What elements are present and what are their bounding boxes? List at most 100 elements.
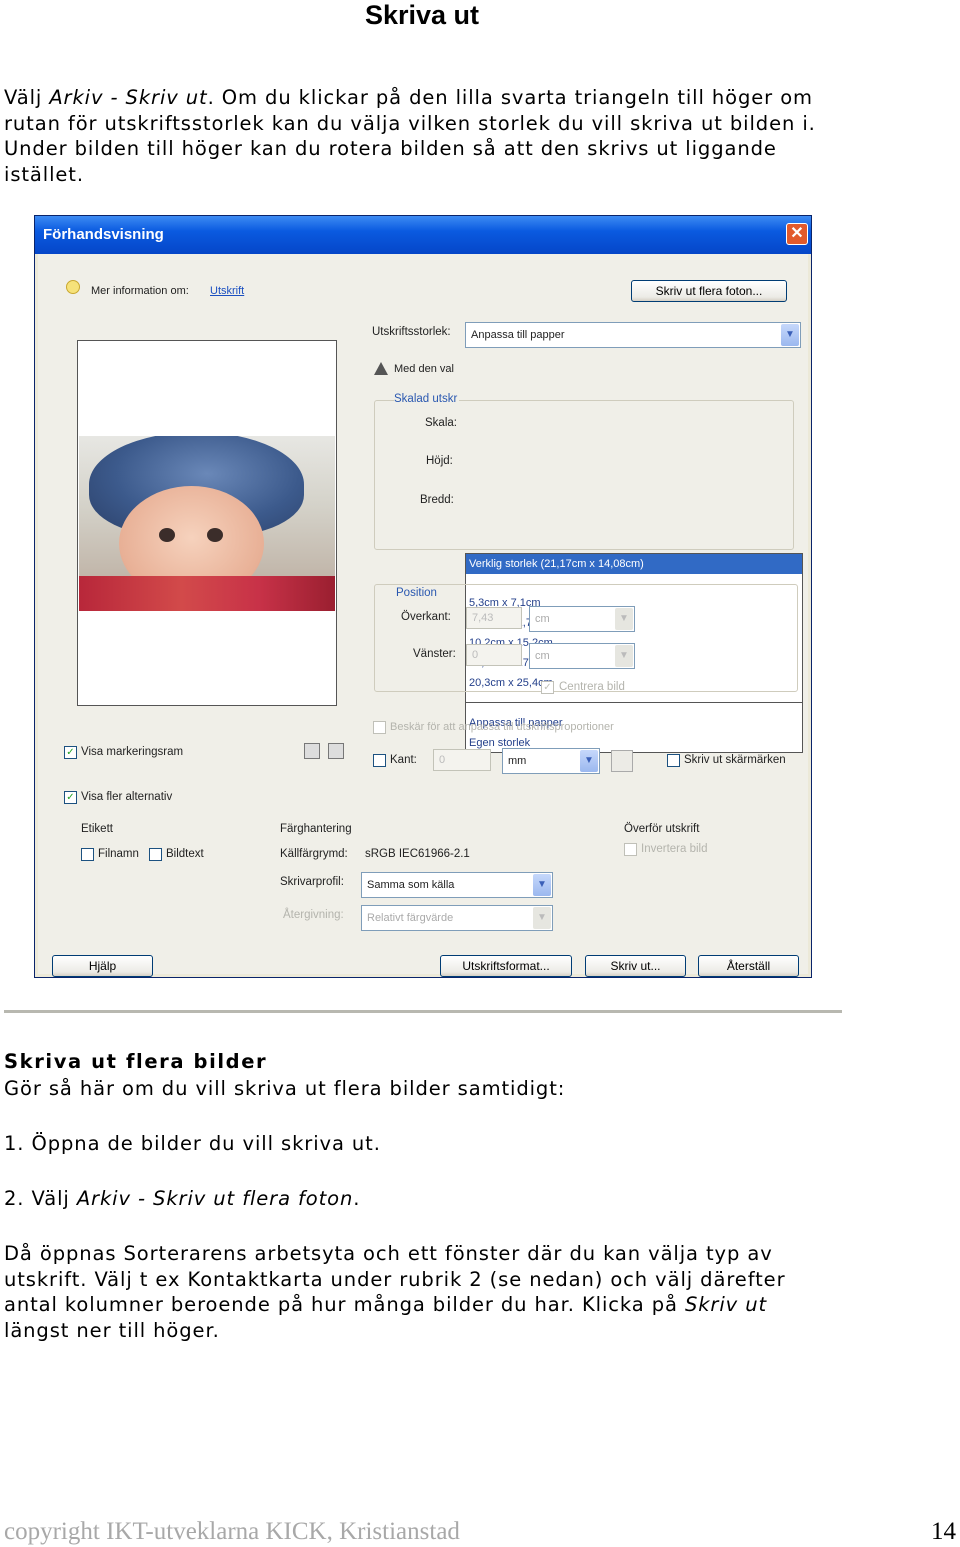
rendering-select[interactable]: Relativt färgvärde ▼	[361, 905, 553, 931]
left-input[interactable]: 0	[466, 644, 522, 666]
rotate-right-icon[interactable]	[328, 743, 344, 759]
position-label: Position	[394, 587, 439, 599]
left-unit-select[interactable]: cm ▼	[529, 643, 635, 669]
page-number: 14	[931, 1518, 956, 1545]
intro-text: rutan för utskriftsstorlek kan du välja …	[4, 111, 816, 135]
center-image-checkbox[interactable]: ✓	[541, 681, 554, 694]
crop-marks-label: Skriv ut skärmärken	[684, 754, 786, 766]
border-checkbox[interactable]	[373, 754, 386, 767]
print-size-select[interactable]: Anpassa till papper ▼	[465, 322, 801, 348]
crop-to-fit-label: Beskär för att anpassa till utskriftspro…	[390, 721, 614, 733]
border-input[interactable]: 0	[433, 749, 491, 771]
intro-text: . Om du klickar på den lilla svarta tria…	[207, 86, 813, 109]
position-group	[374, 584, 798, 692]
size-option-selected[interactable]: Verklig storlek (21,17cm x 14,08cm)	[466, 554, 802, 574]
close-icon[interactable]: ✕	[786, 223, 808, 245]
border-color-swatch[interactable]	[611, 750, 633, 772]
chevron-down-icon[interactable]: ▼	[533, 874, 551, 896]
invert-image-label: Invertera bild	[641, 843, 708, 855]
chevron-down-icon[interactable]: ▼	[533, 907, 551, 929]
color-group-title: Färghantering	[280, 823, 352, 835]
source-space-value: sRGB IEC61966-2.1	[365, 848, 470, 860]
rotate-left-icon[interactable]	[304, 743, 320, 759]
chevron-down-icon[interactable]: ▼	[781, 324, 799, 346]
transfer-group-title: Överför utskrift	[624, 823, 700, 835]
top-input[interactable]: 7,43	[466, 607, 522, 629]
closing-text: antal kolumner beroende på hur många bil…	[4, 1293, 685, 1317]
photo-eye	[207, 528, 223, 542]
step-menu-path: Arkiv - Skriv ut flera foton	[76, 1187, 354, 1210]
printer-profile-value: Samma som källa	[367, 879, 455, 891]
print-multiple-button[interactable]: Skriv ut flera foton...	[631, 280, 787, 302]
scaled-print-label: Skalad utskr	[394, 393, 460, 405]
intro-paragraph: Välj Arkiv - Skriv ut. Om du klickar på …	[4, 85, 834, 187]
step-2: 2. Välj Arkiv - Skriv ut flera foton.	[4, 1186, 834, 1212]
intro-text: Välj	[4, 86, 50, 109]
invert-image-checkbox[interactable]	[624, 843, 637, 856]
help-button[interactable]: Hjälp	[52, 955, 153, 977]
label-group-title: Etikett	[81, 823, 113, 835]
rendering-label: Återgivning:	[283, 909, 344, 921]
show-frame-checkbox[interactable]: ✓	[64, 746, 77, 759]
left-label: Vänster:	[413, 648, 456, 660]
printer-profile-label: Skrivarprofil:	[280, 876, 344, 888]
lightbulb-icon	[66, 280, 80, 294]
border-label: Kant:	[390, 754, 417, 766]
printer-profile-select[interactable]: Samma som källa ▼	[361, 872, 553, 898]
section-divider	[4, 1010, 842, 1013]
show-frame-label: Visa markeringsram	[81, 746, 184, 758]
chevron-down-icon[interactable]: ▼	[615, 645, 633, 667]
print-preview-dialog: Förhandsvisning ✕ Mer information om: Ut…	[34, 215, 812, 978]
crop-to-fit-checkbox[interactable]	[373, 721, 386, 734]
photo-eye	[159, 528, 175, 542]
rendering-value: Relativt färgvärde	[367, 912, 454, 924]
info-prefix: Mer information om:	[91, 285, 189, 297]
caption-checkbox[interactable]	[149, 848, 162, 861]
caption-label: Bildtext	[166, 848, 204, 860]
warning-label: Med den val	[394, 363, 454, 375]
border-unit-select[interactable]: mm ▼	[502, 748, 600, 774]
dropdown-divider	[466, 702, 802, 703]
left-unit-value: cm	[535, 650, 550, 662]
source-space-label: Källfärgrymd:	[280, 848, 348, 860]
dialog-body: Mer information om: Utskrift Skriv ut fl…	[38, 254, 808, 977]
filename-label: Filnamn	[98, 848, 139, 860]
page-setup-button[interactable]: Utskriftsformat...	[440, 955, 572, 977]
step-text: 2. Välj	[4, 1187, 77, 1210]
page-title: Skriva ut	[364, 0, 480, 30]
height-label: Höjd:	[426, 455, 453, 467]
reset-button[interactable]: Återställ	[698, 955, 799, 977]
closing-paragraph: Då öppnas Sorterarens arbetsyta och ett …	[4, 1241, 834, 1343]
top-label: Överkant:	[401, 611, 451, 623]
print-button[interactable]: Skriv ut...	[585, 955, 686, 977]
border-unit-value: mm	[508, 755, 527, 767]
info-link[interactable]: Utskrift	[210, 285, 244, 297]
print-size-value: Anpassa till papper	[471, 329, 565, 341]
dialog-titlebar: Förhandsvisning ✕	[35, 216, 811, 254]
chevron-down-icon[interactable]: ▼	[615, 608, 633, 630]
filename-checkbox[interactable]	[81, 848, 94, 861]
step-1: 1. Öppna de bilder du vill skriva ut.	[4, 1132, 381, 1155]
print-preview-area	[77, 340, 337, 706]
scale-label: Skala:	[425, 417, 457, 429]
closing-button-name: Skriv ut	[684, 1293, 768, 1317]
preview-photo[interactable]	[79, 436, 335, 611]
intro-text: Under bilden till höger kan du rotera bi…	[4, 137, 777, 161]
intro-menu-path: Arkiv - Skriv ut	[49, 86, 208, 109]
warning-icon	[374, 362, 388, 375]
width-label: Bredd:	[420, 494, 454, 506]
top-unit-value: cm	[535, 613, 550, 625]
center-image-label: Centrera bild	[559, 681, 625, 693]
more-options-checkbox[interactable]: ✓	[64, 791, 77, 804]
intro-text: istället.	[4, 162, 84, 186]
section-heading: Skriva ut flera bilder	[4, 1050, 268, 1073]
print-size-label: Utskriftsstorlek:	[372, 326, 451, 338]
more-options-label: Visa fler alternativ	[81, 791, 173, 803]
crop-marks-checkbox[interactable]	[667, 754, 680, 767]
step-text: .	[353, 1187, 361, 1210]
chevron-down-icon[interactable]: ▼	[580, 750, 598, 772]
top-unit-select[interactable]: cm ▼	[529, 606, 635, 632]
photo-shirt	[79, 576, 335, 611]
closing-text: längst ner till höger.	[4, 1318, 220, 1342]
section-lead: Gör så här om du vill skriva ut flera bi…	[4, 1077, 566, 1100]
